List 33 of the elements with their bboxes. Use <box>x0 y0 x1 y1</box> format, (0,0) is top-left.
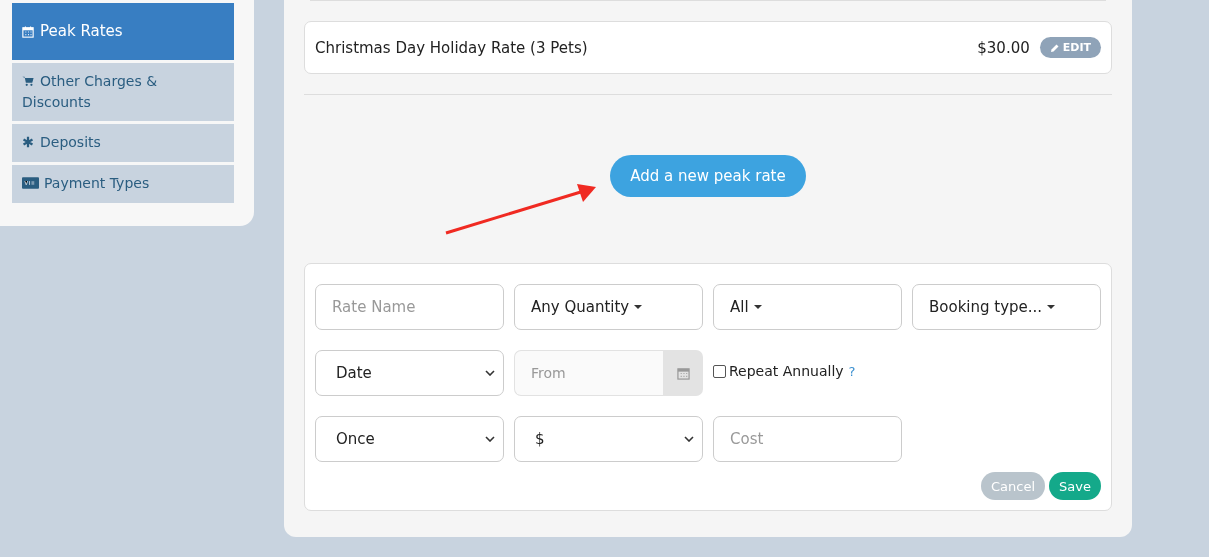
checkbox-label: Repeat Annually <box>729 363 844 379</box>
sidebar-item[interactable]: Other Charges & Discounts <box>12 63 234 121</box>
chevron-down-icon <box>485 370 495 376</box>
help-link[interactable]: ? <box>848 363 856 379</box>
credit-card-icon <box>22 177 39 189</box>
save-button[interactable]: Save <box>1049 472 1101 500</box>
asterisk-icon <box>22 136 34 148</box>
sidebar-item[interactable]: Deposits <box>12 124 234 162</box>
checkbox[interactable] <box>713 364 726 378</box>
dropdown-button[interactable]: All <box>713 284 902 330</box>
sidebar-item[interactable]: Payment Types <box>12 165 234 203</box>
select-field[interactable]: Once <box>315 416 504 462</box>
chevron-down-icon <box>485 436 495 442</box>
dropdown-button[interactable]: Any Quantity <box>514 284 703 330</box>
caret-icon <box>1047 305 1056 309</box>
chevron-down-icon <box>684 436 694 442</box>
sidebar-item[interactable]: Peak Rates <box>12 3 234 60</box>
select-field[interactable]: Date <box>315 350 504 396</box>
input-field[interactable]: Cost <box>713 416 902 462</box>
caret-icon <box>753 305 762 309</box>
select-field[interactable]: $ <box>514 416 703 462</box>
calendar-icon <box>676 366 690 380</box>
from-date-input[interactable]: From <box>514 350 663 396</box>
edit-button[interactable]: EDIT <box>1039 37 1101 58</box>
cart-icon <box>22 75 34 87</box>
input-field[interactable]: Rate Name <box>315 284 504 330</box>
rate-name: Christmas Day Holiday Rate (3 Pets) <box>315 38 589 57</box>
caret-icon <box>634 305 643 309</box>
rate-price: $30.00 <box>977 38 1030 57</box>
calendar-icon <box>22 25 34 38</box>
add-peak-rate-button[interactable]: Add a new peak rate <box>610 155 806 197</box>
pencil-icon <box>1049 42 1060 53</box>
dropdown-button[interactable]: Booking type... <box>912 284 1101 330</box>
